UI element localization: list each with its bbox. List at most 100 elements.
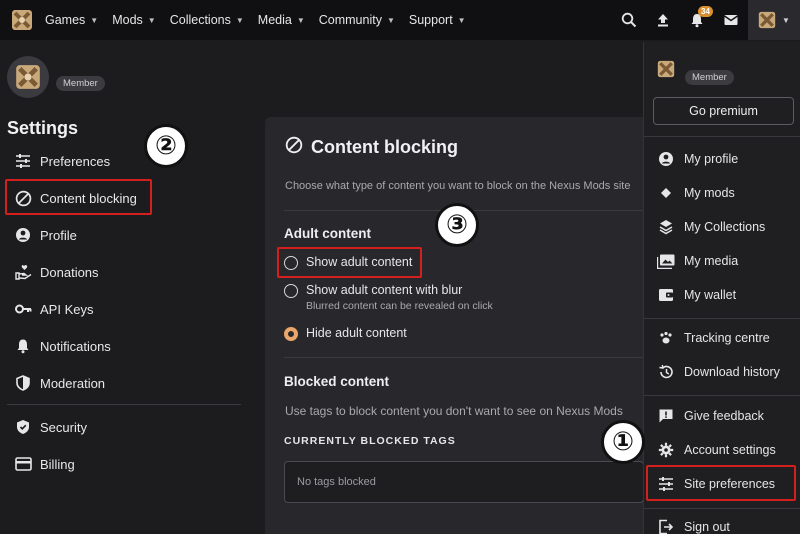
radio-circle[interactable] [284,284,298,298]
user-icon [14,226,32,244]
menu-item-my-media[interactable]: My media [657,252,738,270]
notifications-button[interactable]: 34 [680,0,714,40]
sidebar-item-content-blocking[interactable]: Content blocking [14,189,137,207]
blocked-tags-placeholder: No tags blocked [297,476,376,488]
menu-item-label: Tracking centre [684,331,770,345]
shield-icon [14,374,32,392]
user-dropdown-menu: Member Go premium My profile My mods My … [643,42,800,534]
radio-label: Hide adult content [306,326,407,340]
menu-item-my-profile[interactable]: My profile [657,150,738,168]
radio-sublabel: Blurred content can be revealed on click [306,300,493,312]
sidebar-item-billing[interactable]: Billing [14,455,75,473]
sliders-icon [657,475,675,493]
nav-collections[interactable]: Collections ▼ [170,13,244,27]
diamond-icon [657,184,675,202]
menu-divider [644,136,800,137]
nav-media[interactable]: Media ▼ [258,13,305,27]
messages-button[interactable] [714,0,748,40]
menu-item-label: Sign out [684,520,730,534]
sidebar-item-moderation[interactable]: Moderation [14,374,105,392]
search-button[interactable] [612,0,646,40]
sidebar-item-label: Content blocking [40,190,137,206]
nav-community[interactable]: Community ▼ [319,13,395,27]
nav-community-label: Community [318,13,382,27]
paw-icon [657,329,675,347]
sidebar-item-label: Security [40,419,87,435]
menu-divider [644,508,800,509]
menu-item-give-feedback[interactable]: Give feedback [657,407,764,425]
menu-item-my-wallet[interactable]: My wallet [657,286,736,304]
sidebar-item-notifications[interactable]: Notifications [14,337,111,355]
sidebar-item-label: Notifications [40,338,111,354]
chevron-down-icon: ▼ [235,15,244,25]
blocked-tags-box[interactable]: No tags blocked [284,461,644,503]
member-badge: Member [685,70,734,85]
key-icon [14,300,32,318]
radio-label: Show adult content with blur [306,283,463,297]
chevron-down-icon: ▼ [386,15,395,25]
card-description: Choose what type of content you want to … [285,180,631,192]
blocked-tags-heading: CURRENTLY BLOCKED TAGS [284,435,456,447]
gear-icon [657,441,675,459]
card-divider [284,357,644,358]
adult-content-heading: Adult content [284,226,371,241]
sidebar-item-security[interactable]: Security [14,418,87,436]
nav-games-label: Games [45,13,86,27]
sidebar-item-label: Billing [40,456,75,472]
sidebar-item-donations[interactable]: Donations [14,263,99,281]
notification-count-badge: 34 [698,6,713,17]
nexus-logo[interactable] [11,9,33,31]
sidebar-item-label: Profile [40,227,77,243]
go-premium-button[interactable]: Go premium [653,97,794,125]
menu-item-my-collections[interactable]: My Collections [657,218,765,236]
radio-circle-selected[interactable] [284,327,298,341]
avatar [657,60,675,83]
avatar[interactable] [7,56,49,98]
sidebar-item-api-keys[interactable]: API Keys [14,300,93,318]
menu-item-download-history[interactable]: Download history [657,363,780,381]
radio-show-adult-blur[interactable]: Show adult content with blur Blurred con… [284,283,493,312]
step-2-badge: ② [144,124,188,168]
menu-item-label: My mods [684,186,735,200]
user-icon [657,150,675,168]
menu-item-label: Download history [684,365,780,379]
user-menu-button[interactable]: ▼ [748,0,800,40]
nav-support[interactable]: Support ▼ [409,13,466,27]
feedback-icon [657,407,675,425]
menu-item-site-preferences[interactable]: Site preferences [657,475,775,493]
sidebar-profile: Member [7,56,105,98]
chevron-down-icon: ▼ [147,15,156,25]
chevron-down-icon: ▼ [457,15,466,25]
page: Games ▼ Mods ▼ Collections ▼ Media ▼ Communi… [0,0,800,534]
upload-icon [658,14,668,27]
upload-button[interactable] [646,0,680,40]
radio-text: Show adult content with blur Blurred con… [306,283,493,312]
navbar-actions: 34 ▼ [612,0,800,40]
menu-item-label: My Collections [684,220,766,234]
radio-show-adult[interactable]: Show adult content [284,255,412,270]
nav-support-label: Support [408,13,453,27]
menu-item-tracking-centre[interactable]: Tracking centre [657,329,770,347]
signout-icon [657,518,675,534]
menu-item-label: My wallet [684,288,737,302]
donate-icon [14,263,32,281]
member-badge: Member [56,75,105,91]
sidebar-item-preferences[interactable]: Preferences [14,152,110,170]
radio-hide-adult[interactable]: Hide adult content [284,326,407,341]
chevron-down-icon: ▼ [782,15,790,25]
security-shield-icon [14,418,32,436]
nav-games[interactable]: Games ▼ [45,13,98,27]
menu-item-sign-out[interactable]: Sign out [657,518,730,534]
menu-divider [644,318,800,319]
menu-item-account-settings[interactable]: Account settings [657,441,776,459]
menu-item-my-mods[interactable]: My mods [657,184,735,202]
radio-circle[interactable] [284,256,298,270]
menu-item-label: Account settings [684,443,776,457]
nav-mods[interactable]: Mods ▼ [112,13,156,27]
blocked-content-heading: Blocked content [284,374,390,389]
sidebar-item-label: API Keys [40,301,94,317]
sidebar-item-profile[interactable]: Profile [14,226,77,244]
avatar [758,11,776,29]
wallet-icon [657,286,675,304]
radio-label: Show adult content [306,255,413,269]
